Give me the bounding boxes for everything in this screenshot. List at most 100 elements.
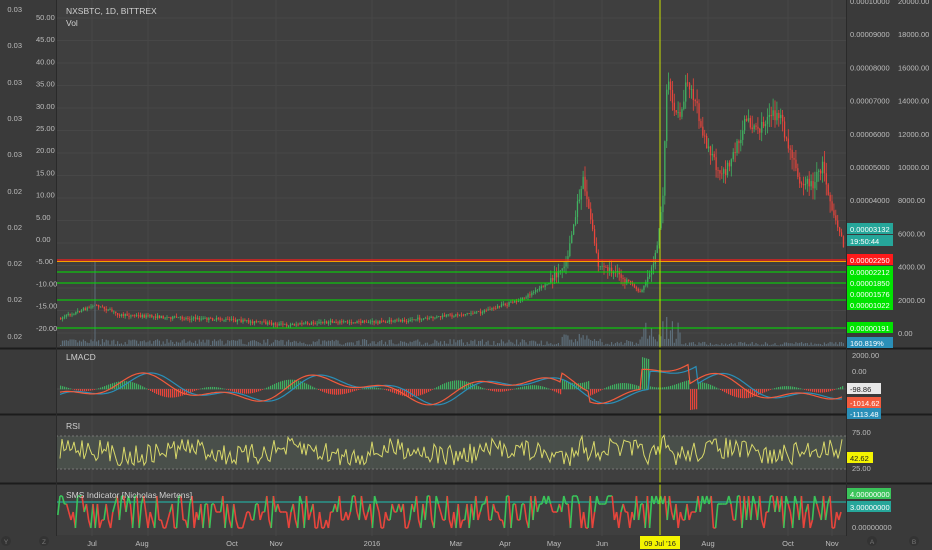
volume-bar xyxy=(728,343,730,346)
lmacd-histogram-bar xyxy=(428,389,430,392)
lmacd-histogram-bar xyxy=(840,386,842,390)
volume-bar xyxy=(704,341,706,346)
candle-body xyxy=(485,310,487,312)
candle-body xyxy=(671,90,674,103)
volume-bar xyxy=(151,343,153,346)
volume-bar xyxy=(495,344,497,346)
candle-body xyxy=(531,292,533,296)
volume-bar xyxy=(517,344,520,346)
volume-bar xyxy=(823,342,825,346)
candle-body xyxy=(352,322,354,324)
candle-body xyxy=(181,316,183,319)
lmacd-histogram-bar xyxy=(496,389,498,392)
candle-body xyxy=(759,128,761,133)
left-axis-label: 0.02 xyxy=(7,332,22,341)
lmacd-histogram-bar xyxy=(592,389,594,395)
volume-bar xyxy=(554,344,556,346)
candle-body xyxy=(685,82,687,102)
lmacd-histogram-bar xyxy=(506,389,508,392)
candle-body xyxy=(151,315,153,318)
lmacd-histogram-bar xyxy=(540,385,542,390)
candle-body xyxy=(445,315,447,317)
lmacd-histogram-bar xyxy=(234,389,236,392)
lmacd-histogram-bar xyxy=(536,385,538,390)
lmacd-histogram-bar xyxy=(532,385,534,390)
volume-bar xyxy=(804,343,806,346)
candle-body xyxy=(725,169,727,176)
lmacd-histogram-bar xyxy=(566,381,568,390)
candle-body xyxy=(175,316,178,318)
volume-bar xyxy=(445,343,447,346)
candle-body xyxy=(191,318,193,320)
candle-body xyxy=(99,306,102,308)
volume-bar xyxy=(668,338,670,346)
lmacd-histogram-bar xyxy=(154,389,156,394)
lmacd-histogram-bar xyxy=(788,386,790,390)
candle-body xyxy=(529,294,531,296)
volume-bar xyxy=(774,343,776,346)
volume-bar xyxy=(576,341,578,346)
volume-bar xyxy=(516,339,518,346)
candle-body xyxy=(569,243,571,257)
candle-body xyxy=(282,323,284,325)
candle-body xyxy=(113,311,115,313)
volume-bar xyxy=(286,341,288,346)
lmacd-histogram-bar xyxy=(142,386,144,390)
candle-body xyxy=(650,267,653,275)
candle-body xyxy=(595,243,598,253)
volume-bar xyxy=(383,344,385,346)
lmacd-histogram-bar xyxy=(196,389,198,391)
volume-bar xyxy=(422,344,425,346)
volume-bar xyxy=(424,342,426,346)
lmacd-histogram-bar xyxy=(602,389,604,390)
candle-body xyxy=(202,318,204,320)
lmacd-histogram-bar xyxy=(212,386,214,390)
lmacd-histogram-bar xyxy=(730,389,732,396)
candle-body xyxy=(259,321,261,323)
lmacd-histogram-bar xyxy=(500,389,502,392)
volume-bar xyxy=(356,341,358,346)
lmacd-pane[interactable] xyxy=(56,349,846,413)
oscillator-axis-label: 45.00 xyxy=(36,35,55,44)
time-axis-label: Mar xyxy=(450,539,463,548)
rsi-series xyxy=(56,434,846,470)
lmacd-histogram-bar xyxy=(538,385,540,390)
lmacd-histogram-bar xyxy=(584,382,586,390)
candle-body xyxy=(527,294,529,298)
corner-letter: A xyxy=(870,539,875,546)
lmacd-histogram-bar xyxy=(302,381,304,390)
lmacd-histogram-bar xyxy=(632,384,634,390)
candle-body xyxy=(578,199,580,202)
candle-body xyxy=(392,321,394,323)
candle-body xyxy=(593,229,596,244)
lmacd-histogram-bar xyxy=(438,386,440,390)
lmacd-histogram-bar xyxy=(292,379,294,390)
volume-bar xyxy=(113,339,115,346)
oscillator-axis-label: 25.00 xyxy=(36,124,55,133)
volume-bar xyxy=(812,344,814,346)
chart-canvas[interactable]: Jul Aug Oct Nov 2016 Mar Apr May Jun Aug Oct Nov Y Z A… xyxy=(0,0,932,550)
lmacd-histogram-bar xyxy=(702,382,704,390)
candle-body xyxy=(348,322,351,324)
volume-bar xyxy=(761,344,763,346)
volume-bar xyxy=(478,340,480,346)
candle-body xyxy=(842,236,845,248)
lmacd-histogram-bar xyxy=(546,387,548,390)
candle-body xyxy=(837,220,839,228)
lmacd-histogram-bar xyxy=(718,388,720,390)
candle-body xyxy=(164,317,166,319)
lmacd-histogram-bar xyxy=(590,389,592,396)
volume-bar xyxy=(115,344,117,346)
volume-bar xyxy=(447,343,449,346)
candle-body xyxy=(799,176,801,184)
volume-bar xyxy=(810,342,812,346)
candle-body xyxy=(145,315,147,318)
volume-bar xyxy=(189,340,191,346)
volume-bar xyxy=(700,343,702,346)
candle-body xyxy=(240,319,242,323)
candle-body xyxy=(713,154,715,158)
candle-body xyxy=(742,130,744,140)
candle-body xyxy=(768,115,770,117)
lmacd-histogram-bar xyxy=(100,387,102,390)
volume-bar xyxy=(436,340,438,346)
